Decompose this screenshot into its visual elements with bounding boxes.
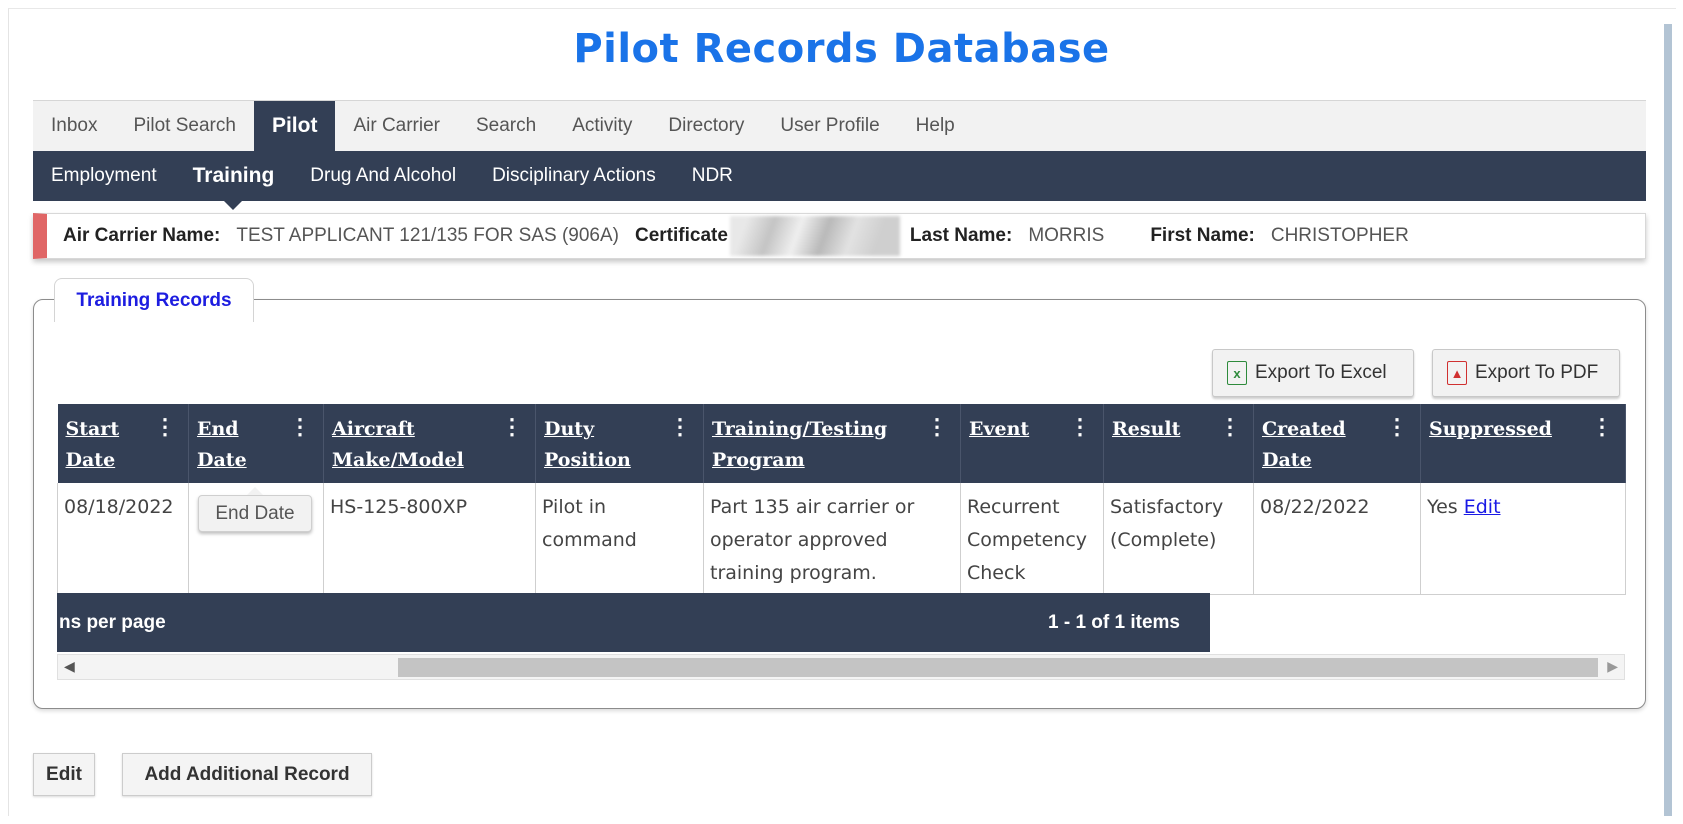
sort-end-date[interactable]: End Date xyxy=(197,414,289,476)
export-excel-button[interactable]: x Export To Excel xyxy=(1212,349,1414,397)
kebab-menu-icon[interactable]: ⋮ xyxy=(289,414,311,440)
secondary-nav: Employment Training Drug And Alcohol Dis… xyxy=(33,151,1646,210)
air-carrier-label: Air Carrier Name: xyxy=(63,225,221,246)
suppressed-value: Yes xyxy=(1427,496,1458,518)
subnav-item-ndr[interactable]: NDR xyxy=(674,151,751,201)
column-header-program: Training/Testing Program ⋮ xyxy=(703,404,961,483)
page-title: Pilot Records Database xyxy=(573,26,1110,72)
primary-nav: Inbox Pilot Search Pilot Air Carrier Sea… xyxy=(33,100,1646,151)
last-name-value: MORRIS xyxy=(1028,225,1105,246)
kebab-menu-icon[interactable]: ⋮ xyxy=(154,414,176,440)
cell-program: Part 135 air carrier or operator approve… xyxy=(703,483,961,595)
column-header-aircraft: Aircraft Make/Model ⋮ xyxy=(323,404,536,483)
vertical-scrollbar[interactable] xyxy=(1664,24,1672,816)
kebab-menu-icon[interactable]: ⋮ xyxy=(669,414,691,440)
nav-item-help[interactable]: Help xyxy=(898,101,973,151)
nav-item-air-carrier[interactable]: Air Carrier xyxy=(335,101,458,151)
air-carrier-value: TEST APPLICANT 121/135 FOR SAS (906A) xyxy=(236,225,619,246)
nav-item-pilot[interactable]: Pilot xyxy=(253,101,336,151)
sort-result[interactable]: Result xyxy=(1112,414,1216,445)
export-excel-label: Export To Excel xyxy=(1255,362,1387,383)
horizontal-scrollbar[interactable]: ◀ ▶ xyxy=(57,654,1625,680)
kebab-menu-icon[interactable]: ⋮ xyxy=(926,414,948,440)
column-header-suppressed: Suppressed ⋮ xyxy=(1420,404,1626,483)
items-per-page-label: ns per page xyxy=(59,611,166,633)
kebab-menu-icon[interactable]: ⋮ xyxy=(1386,414,1408,440)
cell-duty-position: Pilot in command xyxy=(535,483,704,595)
subnav-item-employment[interactable]: Employment xyxy=(33,151,175,201)
sort-program[interactable]: Training/Testing Program xyxy=(712,414,899,476)
edit-button[interactable]: Edit xyxy=(33,753,95,796)
cell-aircraft: HS-125-800XP xyxy=(323,483,536,595)
column-header-duty-position: Duty Position ⋮ xyxy=(535,404,704,483)
section-legend: Training Records xyxy=(54,278,254,322)
sort-duty-position[interactable]: Duty Position xyxy=(544,414,662,476)
nav-item-activity[interactable]: Activity xyxy=(554,101,650,151)
nav-item-user-profile[interactable]: User Profile xyxy=(762,101,897,151)
sort-suppressed[interactable]: Suppressed xyxy=(1429,414,1576,445)
kebab-menu-icon[interactable]: ⋮ xyxy=(1591,414,1613,440)
cell-start-date: 08/18/2022 xyxy=(57,483,189,595)
sort-event[interactable]: Event xyxy=(969,414,1067,445)
add-additional-record-button[interactable]: Add Additional Record xyxy=(122,753,372,796)
column-header-start-date: Start Date ⋮ xyxy=(57,404,189,483)
nav-item-pilot-search[interactable]: Pilot Search xyxy=(115,101,253,151)
subnav-item-training[interactable]: Training xyxy=(175,151,293,210)
column-header-event: Event ⋮ xyxy=(960,404,1104,483)
cell-result: Satisfactory (Complete) xyxy=(1103,483,1254,595)
last-name-label: Last Name: xyxy=(909,225,1013,246)
cell-created-date: 08/22/2022 xyxy=(1253,483,1421,595)
subnav-item-drug-and-alcohol[interactable]: Drug And Alcohol xyxy=(292,151,474,201)
sort-created-date[interactable]: Created Date xyxy=(1262,414,1379,476)
scroll-left-icon[interactable]: ◀ xyxy=(64,658,75,675)
column-tooltip: End Date xyxy=(198,487,312,532)
pilot-info-bar: Air Carrier Name: TEST APPLICANT 121/135… xyxy=(33,213,1646,259)
pager-info: 1 - 1 of 1 items xyxy=(1048,611,1180,633)
subnav-item-disciplinary-actions[interactable]: Disciplinary Actions xyxy=(474,151,674,201)
first-name-value: CHRISTOPHER xyxy=(1270,225,1409,246)
nav-item-search[interactable]: Search xyxy=(458,101,554,151)
column-header-end-date: End Date ⋮ xyxy=(188,404,324,483)
column-header-result: Result ⋮ xyxy=(1103,404,1254,483)
kebab-menu-icon[interactable]: ⋮ xyxy=(1219,414,1241,440)
sort-aircraft[interactable]: Aircraft Make/Model xyxy=(332,414,484,476)
excel-file-icon: x xyxy=(1227,361,1247,385)
export-pdf-label: Export To PDF xyxy=(1475,362,1599,383)
scroll-right-icon[interactable]: ▶ xyxy=(1607,658,1618,675)
column-header-created-date: Created Date ⋮ xyxy=(1253,404,1421,483)
certificate-label: Certificate xyxy=(634,225,728,246)
scroll-thumb[interactable] xyxy=(398,658,1598,677)
kebab-menu-icon[interactable]: ⋮ xyxy=(501,414,523,440)
row-edit-link[interactable]: Edit xyxy=(1464,496,1501,518)
cell-event: Recurrent Competency Check xyxy=(960,483,1104,595)
redacted-certificate-value xyxy=(729,216,900,256)
export-pdf-button[interactable]: ▲ Export To PDF xyxy=(1432,349,1620,397)
kebab-menu-icon[interactable]: ⋮ xyxy=(1069,414,1091,440)
nav-item-directory[interactable]: Directory xyxy=(650,101,762,151)
cell-suppressed: Yes Edit xyxy=(1420,483,1626,595)
grid-pager: ns per page 1 - 1 of 1 items xyxy=(57,593,1210,652)
sort-start-date[interactable]: Start Date xyxy=(66,414,155,476)
pdf-file-icon: ▲ xyxy=(1447,361,1467,385)
first-name-label: First Name: xyxy=(1150,225,1255,246)
nav-item-inbox[interactable]: Inbox xyxy=(33,101,115,151)
